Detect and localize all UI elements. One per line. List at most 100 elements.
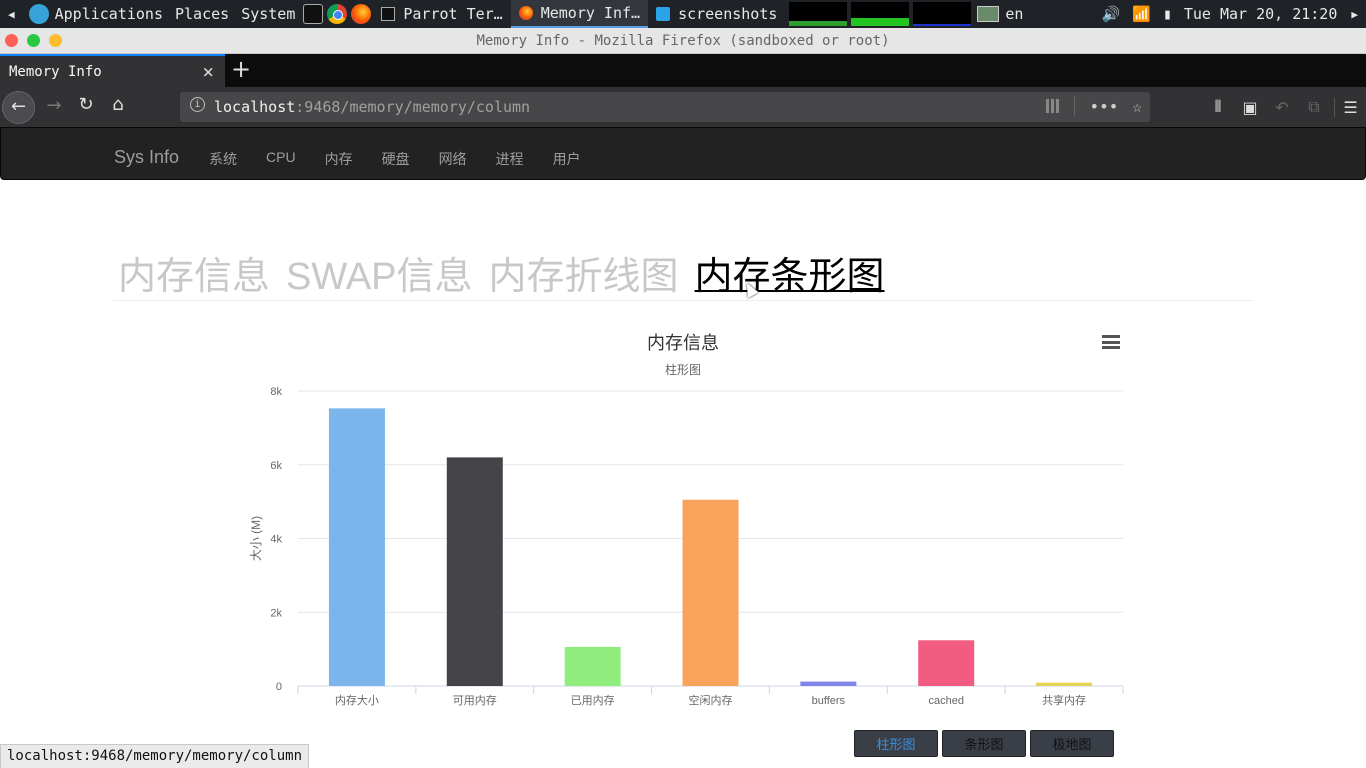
x-tick-label: 共享内存 <box>1042 693 1086 707</box>
bar[interactable] <box>800 681 857 686</box>
url-host: localhost <box>214 98 296 116</box>
nav-link-network[interactable]: 网络 <box>439 149 467 169</box>
parrot-logo-icon <box>28 4 49 24</box>
link-status-bar: localhost:9468/memory/memory/column <box>0 744 310 768</box>
firefox-icon <box>518 6 533 20</box>
column-chart-button[interactable]: 柱形图 <box>854 730 938 757</box>
url-bar-divider <box>1074 96 1076 116</box>
new-tab-button[interactable]: + <box>230 56 252 84</box>
chart-context-menu-icon[interactable] <box>1102 335 1120 349</box>
tab-memory-info[interactable]: 内存信息 <box>118 245 270 300</box>
x-tick-label: 可用内存 <box>453 693 497 707</box>
task-label: Parrot Ter… <box>403 5 503 23</box>
places-menu[interactable]: Places <box>169 0 235 28</box>
bar[interactable] <box>1036 682 1093 686</box>
undo-icon[interactable]: ↶ <box>1266 98 1298 117</box>
browser-navbar: ← → ↻ ⌂ i localhost:9468/memory/memory/c… <box>0 87 1366 127</box>
wifi-icon[interactable]: 📶 <box>1126 0 1157 28</box>
tab-memory-bar-chart[interactable]: 内存条形图 <box>695 245 885 300</box>
bookmark-star-icon[interactable]: ☆ <box>1132 97 1142 116</box>
screenshot-icon[interactable]: ⧉ <box>1298 97 1330 117</box>
clock[interactable]: Tue Mar 20, 21:20 <box>1178 0 1344 28</box>
browser-tab-strip: Memory Info × + <box>0 54 1366 87</box>
bar[interactable] <box>328 408 385 686</box>
nav-link-user[interactable]: 用户 <box>553 149 581 169</box>
x-tick-label: buffers <box>812 695 846 707</box>
browser-tab-memory-info[interactable]: Memory Info × <box>0 54 225 87</box>
site-info-icon[interactable]: i <box>190 97 205 112</box>
keyboard-layout-label: en <box>1005 5 1024 23</box>
panel-right-arrow-icon[interactable]: ▶ <box>1343 0 1366 28</box>
polar-chart-button[interactable]: 极地图 <box>1030 730 1114 757</box>
keyboard-layout-indicator[interactable]: en <box>971 0 1029 28</box>
tab-close-icon[interactable]: × <box>203 61 214 83</box>
section-divider <box>113 300 1253 301</box>
tab-memory-line-chart[interactable]: 内存折线图 <box>489 245 679 300</box>
site-nav-links: 系统 CPU 内存 硬盘 网络 进程 用户 <box>209 149 610 169</box>
x-tick-label: 已用内存 <box>571 693 615 707</box>
terminal-icon <box>381 7 396 21</box>
sidebar-icon[interactable]: ▣ <box>1234 98 1266 117</box>
battery-icon[interactable]: ▮ <box>1157 0 1178 28</box>
hamburger-menu-icon[interactable]: ☰ <box>1334 97 1366 117</box>
reload-button[interactable]: ↻ <box>74 94 98 115</box>
network-monitor-graph[interactable] <box>913 2 972 26</box>
panel-left-arrow-icon[interactable]: ◀ <box>0 0 23 28</box>
memory-chart: 0 2k 4k 6k 8k 内存大小 可用内存 已用内存 空闲内存 buffers cached 共享… <box>230 317 1136 727</box>
window-title: Memory Info - Mozilla Firefox (sandboxed… <box>476 33 890 49</box>
window-titlebar: Memory Info - Mozilla Firefox (sandboxed… <box>0 28 1366 54</box>
tab-title: Memory Info <box>9 64 102 80</box>
keyboard-icon <box>977 6 1000 22</box>
chart-subtitle: 柱形图 <box>664 363 701 377</box>
cpu-monitor-graph[interactable] <box>789 2 848 26</box>
task-memory-info[interactable]: Memory Inf… <box>510 0 649 28</box>
bar[interactable] <box>446 457 503 686</box>
library-icon[interactable]: ⫴ <box>1202 97 1234 117</box>
task-label: Memory Inf… <box>540 4 641 22</box>
applications-menu-label: Applications <box>54 5 163 23</box>
nav-link-memory[interactable]: 内存 <box>325 149 353 169</box>
chart-type-switcher: 柱形图 条形图 极地图 <box>854 730 1114 757</box>
url-text[interactable]: localhost:9468/memory/memory/column <box>214 98 530 116</box>
bar[interactable] <box>918 640 975 686</box>
x-tick-label: 内存大小 <box>335 693 379 707</box>
task-parrot-terminal[interactable]: Parrot Ter… <box>373 0 510 28</box>
chrome-launcher-icon[interactable] <box>327 4 348 24</box>
back-button[interactable]: ← <box>2 91 35 124</box>
forward-button[interactable]: → <box>42 95 66 116</box>
memory-monitor-graph[interactable] <box>851 2 910 26</box>
bar[interactable] <box>682 499 739 686</box>
x-tick-label: cached <box>928 695 963 707</box>
tab-swap-info[interactable]: SWAP信息 <box>286 245 473 300</box>
y-tick-label: 8k <box>270 386 282 398</box>
y-tick-label: 0 <box>276 681 282 693</box>
system-menu[interactable]: System <box>235 0 301 28</box>
terminal-launcher-icon[interactable] <box>303 4 324 24</box>
qr-code-icon[interactable] <box>1046 99 1061 113</box>
y-tick-label: 6k <box>270 460 282 472</box>
chart-title: 内存信息 <box>647 333 719 353</box>
task-screenshots[interactable]: screenshots <box>648 0 785 28</box>
y-tick-label: 4k <box>270 534 282 546</box>
firefox-launcher-icon[interactable] <box>351 4 372 24</box>
url-bar[interactable]: i localhost:9468/memory/memory/column ••… <box>180 92 1150 122</box>
x-tick-label: 空闲内存 <box>689 693 733 707</box>
bar-chart-button[interactable]: 条形图 <box>942 730 1026 757</box>
site-brand[interactable]: Sys Info <box>114 147 179 168</box>
nav-link-disk[interactable]: 硬盘 <box>382 149 410 169</box>
page-actions-icon[interactable]: ••• <box>1089 97 1118 116</box>
bar[interactable] <box>564 646 621 686</box>
url-path: :9468/memory/memory/column <box>295 98 531 116</box>
system-tray: 🔊 📶 ▮ Tue Mar 20, 21:20 ▶ <box>1095 0 1366 28</box>
applications-menu[interactable]: Applications <box>23 0 169 28</box>
y-axis-label: 大小 (M) <box>249 516 263 561</box>
page-content: Sys Info 系统 CPU 内存 硬盘 网络 进程 用户 内存信息 SWAP… <box>0 127 1366 768</box>
folder-icon <box>656 7 671 21</box>
nav-link-process[interactable]: 进程 <box>496 149 524 169</box>
volume-icon[interactable]: 🔊 <box>1095 0 1126 28</box>
nav-link-cpu[interactable]: CPU <box>266 149 296 169</box>
home-button[interactable]: ⌂ <box>106 94 130 115</box>
nav-link-system[interactable]: 系统 <box>209 149 237 169</box>
chart-canvas: 0 2k 4k 6k 8k 内存大小 可用内存 已用内存 空闲内存 buffers cached 共享… <box>249 386 1124 707</box>
task-label: screenshots <box>678 5 778 23</box>
